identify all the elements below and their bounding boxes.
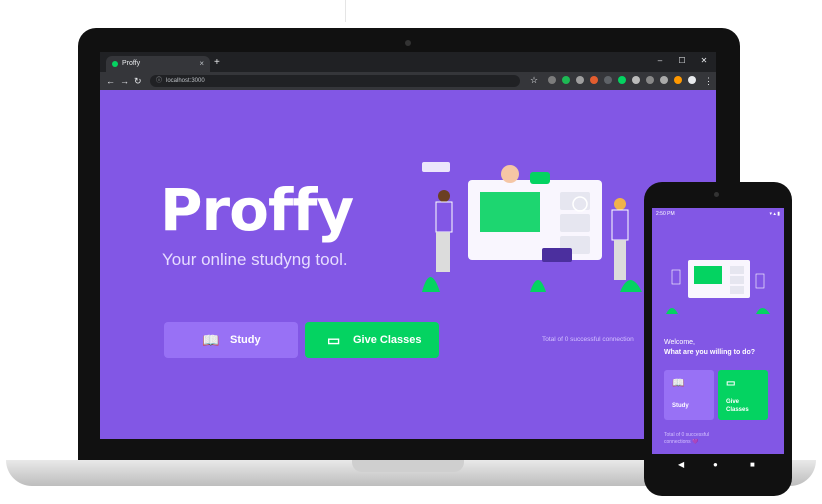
phone-study-button[interactable]: 📖 Study (664, 370, 714, 420)
tab-title: Proffy (122, 60, 141, 67)
back-icon[interactable]: ← (106, 75, 115, 87)
address-bar-url: localhost:3000 (166, 78, 205, 84)
give-classes-button-label: Give Classes (353, 334, 422, 346)
laptop-camera (405, 40, 411, 46)
phone-question-text: What are you willing to do? (664, 349, 755, 356)
bookmark-star-icon[interactable]: ☆ (530, 74, 538, 86)
extension-icon[interactable] (604, 76, 612, 84)
study-button-label: Study (230, 334, 261, 346)
browser-window: Proffy × + – ☐ ✕ ← → ↻ ⓘ localhost:3000 … (100, 52, 716, 439)
extension-icon[interactable] (548, 76, 556, 84)
phone-status-bar: 2:50 PM ▾ ▴ ▮ (652, 208, 784, 220)
tab-close-icon[interactable]: × (199, 56, 204, 72)
proffy-logo: Proffy (160, 176, 354, 244)
browser-tab[interactable]: Proffy × (106, 56, 210, 72)
phone-camera (714, 192, 719, 197)
browser-tab-bar: Proffy × + – ☐ ✕ (100, 52, 716, 72)
phone-study-label: Study (672, 403, 689, 409)
extension-icon[interactable] (646, 76, 654, 84)
extension-icon[interactable] (618, 76, 626, 84)
reload-icon[interactable]: ↻ (134, 75, 142, 87)
extension-icon[interactable] (576, 76, 584, 84)
presentation-board-icon: ▭ (327, 332, 341, 348)
extension-icon[interactable] (562, 76, 570, 84)
laptop-notch (352, 460, 464, 472)
divider-line (345, 0, 346, 22)
close-window-button[interactable]: ✕ (694, 54, 714, 68)
phone-recent-icon[interactable]: ■ (750, 460, 755, 469)
browser-toolbar: ← → ↻ ⓘ localhost:3000 ☆ ⋮ (100, 72, 716, 90)
status-time: 2:50 PM (656, 211, 675, 217)
extension-icon[interactable] (674, 76, 682, 84)
tab-favicon-icon (112, 61, 118, 67)
address-bar[interactable]: ⓘ localhost:3000 (150, 75, 520, 87)
tagline: Your online studyng tool. (162, 250, 348, 269)
phone-back-icon[interactable]: ◀ (678, 460, 684, 469)
new-tab-button[interactable]: + (214, 56, 220, 70)
forward-icon[interactable]: → (120, 75, 129, 87)
hero-illustration (422, 162, 642, 292)
book-open-icon: 📖 (672, 378, 685, 389)
phone-welcome-text: Welcome, (664, 339, 695, 346)
minimize-button[interactable]: – (650, 54, 670, 68)
extension-icon[interactable] (632, 76, 640, 84)
phone-total-connections: Total of 0 successful connections 💜 (664, 432, 710, 445)
extension-icon[interactable] (590, 76, 598, 84)
info-icon: ⓘ (156, 78, 163, 84)
phone-home-icon[interactable]: ● (713, 460, 718, 469)
status-icons: ▾ ▴ ▮ (769, 211, 780, 217)
maximize-button[interactable]: ☐ (672, 54, 692, 68)
phone-nav-bar: ◀ ● ■ (652, 456, 784, 476)
study-button[interactable]: 📖 Study (164, 322, 298, 358)
phone-give-classes-button[interactable]: ▭ Give Classes (718, 370, 768, 420)
profile-avatar-icon[interactable] (688, 76, 696, 84)
landing-page: Proffy Your online studyng tool. 📖 Study… (100, 90, 716, 439)
give-classes-button[interactable]: ▭ Give Classes (305, 322, 439, 358)
kebab-menu-icon[interactable]: ⋮ (704, 75, 713, 87)
presentation-board-icon: ▭ (726, 378, 736, 389)
phone-hero-illustration (666, 260, 770, 314)
phone-give-classes-label: Give Classes (726, 399, 749, 413)
phone-screen: 2:50 PM ▾ ▴ ▮ Welcome, What are you will… (652, 208, 784, 454)
book-open-icon: 📖 (202, 332, 220, 348)
extension-icon[interactable] (660, 76, 668, 84)
total-connections: Total of 0 successful connection (542, 336, 634, 343)
